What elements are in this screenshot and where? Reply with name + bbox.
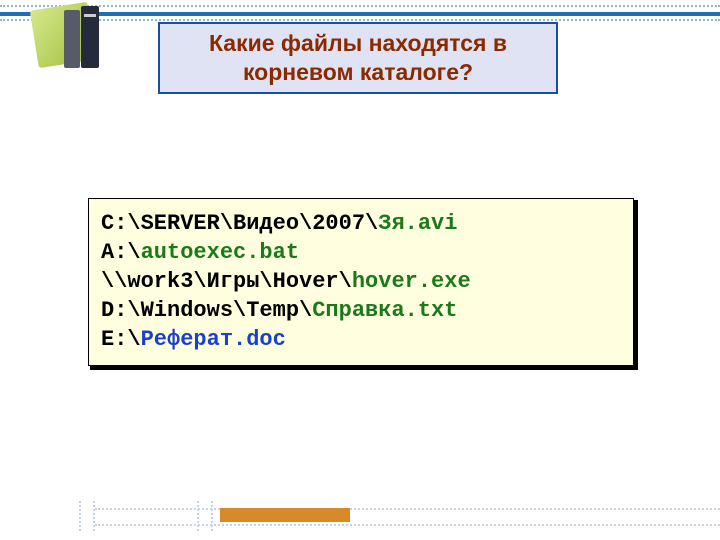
path-prefix: C:\SERVER\Видео\2007\ bbox=[101, 211, 378, 236]
filename: Справка.txt bbox=[312, 298, 457, 323]
filename: Зя.avi bbox=[378, 211, 457, 236]
path-prefix: \\work3\Игры\Hover\ bbox=[101, 269, 352, 294]
footer-dotline bbox=[95, 508, 720, 526]
path-prefix: E:\ bbox=[101, 327, 141, 352]
file-paths-box: C:\SERVER\Видео\2007\Зя.avi A:\autoexec.… bbox=[88, 198, 634, 366]
filename: autoexec.bat bbox=[141, 240, 299, 265]
question-title: Какие файлы находятся в корневом каталог… bbox=[158, 22, 558, 94]
path-prefix: A:\ bbox=[101, 240, 141, 265]
path-prefix: D:\Windows\Temp\ bbox=[101, 298, 312, 323]
filename: hover.exe bbox=[352, 269, 471, 294]
logo-icon bbox=[34, 0, 126, 80]
filename: Реферат.doc bbox=[141, 327, 286, 352]
footer-accent-bar bbox=[220, 508, 350, 522]
slide: Какие файлы находятся в корневом каталог… bbox=[0, 0, 720, 540]
footer-decor-band bbox=[0, 508, 720, 522]
